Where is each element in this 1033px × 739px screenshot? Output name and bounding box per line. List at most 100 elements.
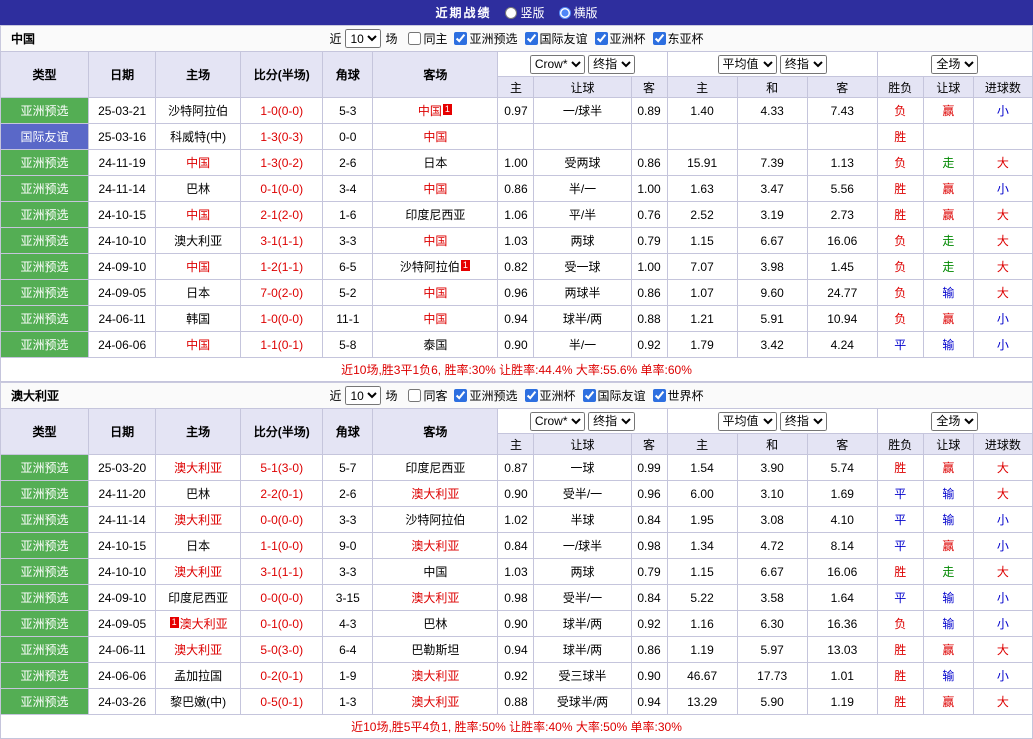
odds-company-select[interactable]: Crow* (529, 54, 585, 74)
match-score[interactable]: 0-0(0-0) (240, 584, 324, 611)
result-goals: 小 (972, 331, 1033, 358)
match-score[interactable]: 5-1(3-0) (240, 454, 324, 481)
away-team: 中国 1 (372, 97, 499, 124)
match-score[interactable]: 0-1(0-0) (240, 175, 324, 202)
result-goals: 小 (972, 610, 1033, 637)
filter-checkbox-国际友谊[interactable]: 国际友谊 (582, 387, 646, 404)
match-date: 24-10-10 (88, 558, 157, 585)
checkbox-亚洲杯[interactable] (594, 32, 608, 45)
result-handicap: 输 (922, 662, 974, 689)
match-score[interactable]: 3-1(1-1) (240, 558, 324, 585)
match-date: 24-03-26 (88, 688, 157, 715)
match-type: 亚洲预选 (0, 636, 90, 663)
home-team: 巴林 (155, 480, 242, 507)
match-date: 24-10-15 (88, 532, 157, 559)
away-team: 中国 (372, 279, 499, 306)
match-score[interactable]: 1-2(1-1) (240, 253, 324, 280)
checkbox-世界杯[interactable] (652, 389, 666, 402)
checkbox-东亚杯[interactable] (652, 32, 666, 45)
match-date: 24-10-10 (88, 227, 157, 254)
avg-away: 4.10 (806, 506, 878, 533)
match-type: 亚洲预选 (0, 201, 90, 228)
checkbox-同主[interactable] (408, 32, 422, 45)
checkbox-亚洲预选[interactable] (454, 389, 468, 402)
match-row: 亚洲预选 24-09-05 1 澳大利亚 0-1(0-0) 4-3 巴林 0.90 球半/两 0.… (0, 610, 1033, 637)
checkbox-同客[interactable] (408, 389, 422, 402)
result-handicap: 走 (922, 558, 974, 585)
layout-option-vertical[interactable]: 竖版 (505, 4, 545, 21)
result-outcome: 负 (876, 97, 924, 124)
team-name: 沙特阿拉伯 (405, 513, 466, 527)
match-score[interactable]: 7-0(2-0) (240, 279, 324, 306)
odds-company-select[interactable]: Crow* (529, 411, 585, 431)
away-team: 澳大利亚 (372, 688, 499, 715)
match-score[interactable]: 1-1(0-1) (240, 331, 324, 358)
filter-checkbox-国际友谊[interactable]: 国际友谊 (524, 30, 588, 47)
odds-time-select[interactable]: 终指 (588, 411, 636, 431)
match-score[interactable]: 0-2(0-1) (240, 662, 324, 689)
team-name: 中国 (423, 312, 448, 326)
avg-away: 16.06 (806, 558, 878, 585)
team-name: 澳大利亚 (174, 565, 223, 579)
match-score[interactable]: 2-2(0-1) (240, 480, 324, 507)
subcol-odds-home: 主 (497, 76, 535, 98)
match-date: 25-03-16 (88, 123, 157, 150)
scope-select[interactable]: 全场 (931, 411, 979, 431)
match-count-select[interactable]: 10 (345, 386, 382, 405)
checkbox-label: 同客 (423, 389, 448, 403)
match-score[interactable]: 1-0(0-0) (240, 97, 324, 124)
vertical-layout-radio[interactable] (505, 6, 518, 19)
filter-checkbox-同客[interactable]: 同客 (408, 387, 447, 404)
team-name: 印度尼西亚 (168, 591, 229, 605)
match-date: 24-09-10 (88, 253, 157, 280)
match-count-select[interactable]: 10 (345, 29, 382, 48)
avg-type-select[interactable]: 平均值 (717, 411, 777, 431)
match-row: 亚洲预选 24-10-15 中国 2-1(2-0) 1-6 印度尼西亚 1.06 平/半 0.7… (0, 201, 1033, 228)
match-score[interactable]: 1-1(0-0) (240, 532, 324, 559)
checkbox-亚洲预选[interactable] (454, 32, 468, 45)
filter-checkbox-亚洲杯[interactable]: 亚洲杯 (594, 30, 646, 47)
section-bar: 中国 近 10 场 同主 亚洲预选 国际友谊 亚洲杯 东亚杯 (0, 25, 1033, 51)
match-score[interactable]: 0-1(0-0) (240, 610, 324, 637)
checkbox-国际友谊[interactable] (524, 32, 538, 45)
filter-checkbox-世界杯[interactable]: 世界杯 (652, 387, 704, 404)
avg-draw: 3.90 (736, 454, 808, 481)
layout-option-horizontal[interactable]: 横版 (558, 4, 598, 21)
odds-home: 0.90 (497, 331, 535, 358)
avg-draw: 17.73 (736, 662, 808, 689)
checkbox-label: 世界杯 (667, 389, 704, 403)
avg-time-select[interactable]: 终指 (779, 411, 827, 431)
result-handicap: 赢 (922, 636, 974, 663)
result-handicap: 输 (922, 279, 974, 306)
checkbox-国际友谊[interactable] (582, 389, 596, 402)
match-score[interactable]: 5-0(3-0) (240, 636, 324, 663)
avg-time-select[interactable]: 终指 (779, 54, 827, 74)
filter-checkbox-亚洲杯[interactable]: 亚洲杯 (524, 387, 576, 404)
result-goals: 大 (972, 558, 1033, 585)
match-score[interactable]: 1-0(0-0) (240, 305, 324, 332)
checkbox-亚洲杯[interactable] (524, 389, 538, 402)
horizontal-layout-radio[interactable] (558, 6, 571, 19)
filter-checkbox-亚洲预选[interactable]: 亚洲预选 (454, 387, 518, 404)
match-score[interactable]: 2-1(2-0) (240, 201, 324, 228)
match-score[interactable]: 0-0(0-0) (240, 506, 324, 533)
match-date: 25-03-20 (88, 454, 157, 481)
match-score[interactable]: 1-3(0-2) (240, 149, 324, 176)
avg-type-select[interactable]: 平均值 (717, 54, 777, 74)
team-name: 孟加拉国 (174, 669, 223, 683)
match-score[interactable]: 1-3(0-3) (240, 123, 324, 150)
filter-checkbox-亚洲预选[interactable]: 亚洲预选 (454, 30, 518, 47)
match-row: 亚洲预选 24-06-11 澳大利亚 5-0(3-0) 6-4 巴勒斯坦 0.94 球半/两 0… (0, 636, 1033, 663)
odds-away: 0.86 (630, 149, 668, 176)
summary-row-container: 近10场,胜5平4负1, 胜率:50% 让胜率:40% 大率:50% 单率:30… (0, 714, 1033, 739)
odds-time-select[interactable]: 终指 (588, 54, 636, 74)
result-handicap: 输 (922, 610, 974, 637)
filter-checkbox-同主[interactable]: 同主 (408, 30, 447, 47)
subcol-odds-away: 客 (630, 76, 668, 98)
odds-home: 0.97 (497, 97, 535, 124)
match-score[interactable]: 0-5(0-1) (240, 688, 324, 715)
scope-select[interactable]: 全场 (931, 54, 979, 74)
match-score[interactable]: 3-1(1-1) (240, 227, 324, 254)
team-name: 中国 (423, 565, 448, 579)
filter-checkbox-东亚杯[interactable]: 东亚杯 (652, 30, 704, 47)
